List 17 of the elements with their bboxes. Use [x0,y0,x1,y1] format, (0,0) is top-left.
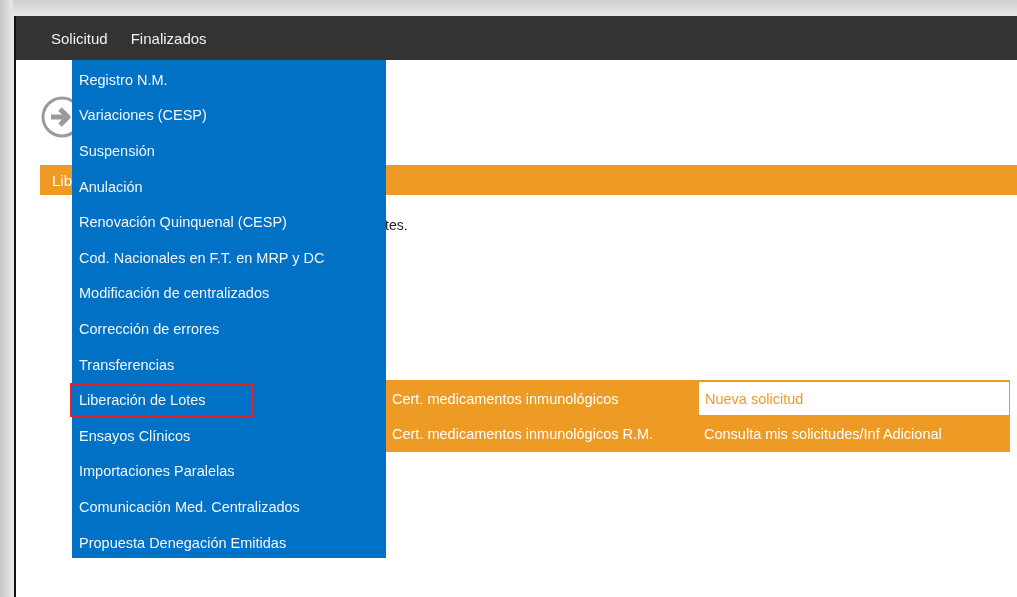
menu-bar-item[interactable]: Solicitud [51,29,108,47]
menu-item[interactable]: Ensayos Clínicos [70,418,238,453]
menu-item[interactable]: Comunicación Med. Centralizados [70,489,347,524]
menu-item[interactable]: Registro N.M. [70,62,215,97]
menu-item[interactable]: Transferencias [70,347,222,382]
section-title: Lib [52,171,73,189]
menu-item[interactable]: Variaciones (CESP) [70,98,254,133]
menu-item[interactable]: Cod. Nacionales en F.T. en MRP y DC [70,240,372,275]
menu-item[interactable]: Renovación Quinquenal (CESP) [70,205,334,240]
description-text: tes. [385,217,408,233]
menu-item[interactable]: Suspensión [70,134,202,168]
menu-item[interactable]: Propuesta Denegación Emitidas [70,525,334,560]
menu-bar-item[interactable]: Finalizados [130,29,207,47]
menu-item[interactable]: Corrección de errores [70,311,267,346]
menu-item[interactable]: Liberación de Lotes [70,383,253,418]
menu-item[interactable]: Modificación de centralizados [70,276,317,311]
menu-item[interactable]: Importaciones Paralelas [70,454,282,489]
